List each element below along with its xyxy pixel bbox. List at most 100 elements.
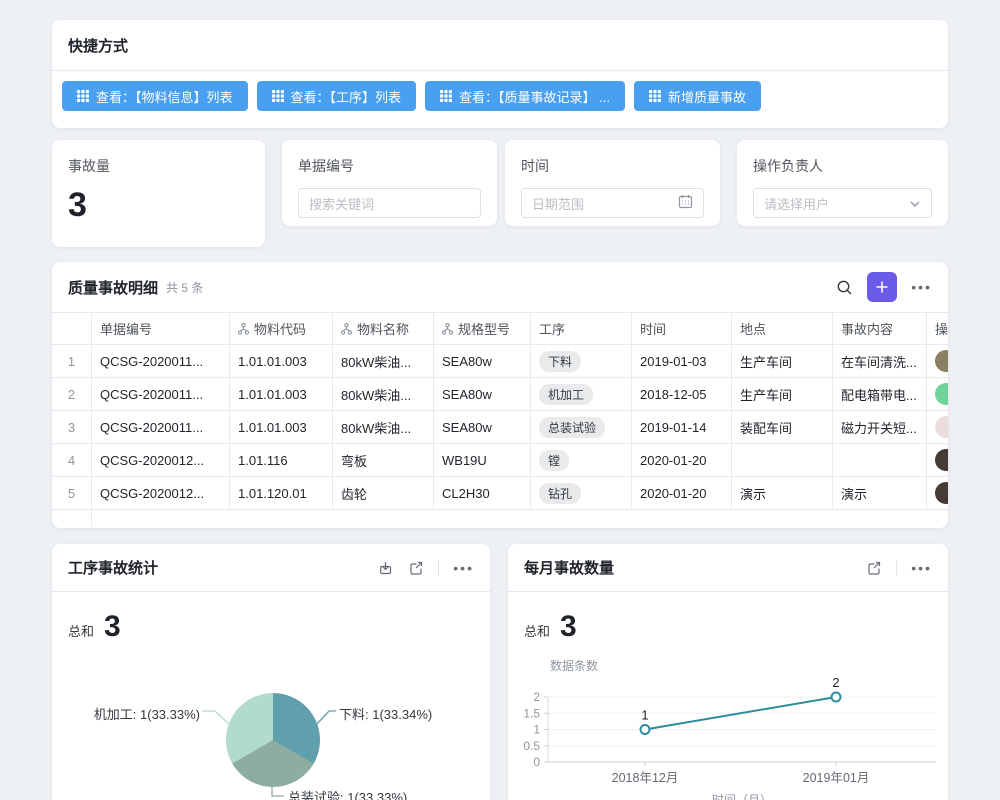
table-cell[interactable]: 80kW柴油... bbox=[333, 378, 434, 411]
line-total-row: 总和 3 bbox=[508, 592, 948, 644]
table-cell[interactable]: WB19U bbox=[434, 444, 531, 477]
column-header[interactable]: 操作负责人 bbox=[927, 313, 948, 345]
table-cell[interactable]: 在车间清洗... bbox=[833, 345, 927, 378]
table-cell-process[interactable]: 镗 bbox=[531, 444, 632, 477]
table-cell[interactable]: 1.01.01.003 bbox=[230, 411, 333, 444]
pie-label-zongzhuangshiyan: 总装试验: 1(33.33%) bbox=[288, 787, 407, 800]
table-header-row: 单据编号物料代码物料名称规格型号工序时间地点事故内容操作负责人 bbox=[52, 313, 948, 345]
table-row[interactable]: 4QCSG-2020012...1.01.116弯板WB19U镗2020-01-… bbox=[52, 444, 948, 477]
table-row[interactable]: 5QCSG-2020012...1.01.120.01齿轮CL2H30钻孔202… bbox=[52, 477, 948, 510]
table-cell[interactable]: QCSG-2020011... bbox=[92, 378, 230, 411]
table-cell-operator[interactable] bbox=[927, 411, 948, 444]
table-cell[interactable]: 2020-01-20 bbox=[632, 444, 732, 477]
shortcut-view-incident-records-button[interactable]: 查看：【质量事故记录】 ... bbox=[425, 81, 625, 111]
shortcut-view-material-list-button[interactable]: 查看：【物料信息】列表 bbox=[62, 81, 248, 111]
table-cell[interactable]: SEA80w bbox=[434, 345, 531, 378]
pie-label-jijiagong: 机加工: 1(33.33%) bbox=[94, 704, 200, 723]
date-range-input[interactable]: 日期范围 bbox=[521, 188, 704, 218]
table-cell[interactable]: 80kW柴油... bbox=[333, 345, 434, 378]
column-header[interactable]: 物料代码 bbox=[230, 313, 333, 345]
more-icon[interactable]: ••• bbox=[911, 560, 932, 576]
table-cell[interactable]: 80kW柴油... bbox=[333, 411, 434, 444]
calendar-icon bbox=[678, 194, 693, 212]
shortcut-view-process-list-button[interactable]: 查看：【工序】列表 bbox=[257, 81, 417, 111]
table-cell[interactable]: QCSG-2020012... bbox=[92, 444, 230, 477]
table-cell[interactable]: 1.01.01.003 bbox=[230, 378, 333, 411]
incident-table-card: 质量事故明细 共 5 条 ••• 单据编号物料代码物料名称规格型号工序时间地点事… bbox=[52, 262, 948, 528]
column-header[interactable]: 时间 bbox=[632, 313, 732, 345]
shortcut-add-incident-button[interactable]: 新增质量事故 bbox=[634, 81, 761, 111]
svg-text:1: 1 bbox=[533, 723, 540, 737]
table-cell[interactable]: 1.01.120.01 bbox=[230, 477, 333, 510]
table-cell-operator[interactable] bbox=[927, 378, 948, 411]
table-cell-process[interactable]: 钻孔 bbox=[531, 477, 632, 510]
more-icon[interactable]: ••• bbox=[911, 279, 932, 295]
table-cell[interactable]: 齿轮 bbox=[333, 477, 434, 510]
table-cell-process[interactable]: 总装试验 bbox=[531, 411, 632, 444]
table-cell[interactable]: 装配车间 bbox=[732, 411, 833, 444]
doc-no-search-input[interactable]: 搜索关键词 bbox=[298, 188, 481, 218]
table-row[interactable]: 2QCSG-2020011...1.01.01.00380kW柴油...SEA8… bbox=[52, 378, 948, 411]
time-label: 时间 bbox=[521, 156, 704, 176]
table-row[interactable]: 3QCSG-2020011...1.01.01.00380kW柴油...SEA8… bbox=[52, 411, 948, 444]
incident-count-value: 3 bbox=[68, 186, 249, 225]
row-number[interactable]: 2 bbox=[52, 378, 92, 411]
table-cell[interactable]: QCSG-2020011... bbox=[92, 345, 230, 378]
column-header[interactable]: 物料名称 bbox=[333, 313, 434, 345]
table-cell-operator[interactable] bbox=[927, 444, 948, 477]
table-cell[interactable]: 2020-01-20 bbox=[632, 477, 732, 510]
external-link-icon[interactable] bbox=[408, 560, 424, 576]
table-cell[interactable]: QCSG-2020012... bbox=[92, 477, 230, 510]
add-record-button[interactable] bbox=[867, 272, 897, 302]
table-cell-operator[interactable] bbox=[927, 477, 948, 510]
download-icon[interactable] bbox=[378, 560, 394, 576]
table-cell[interactable]: 磁力开关短... bbox=[833, 411, 927, 444]
column-header[interactable]: 地点 bbox=[732, 313, 833, 345]
pie-total-label: 总和 bbox=[68, 621, 94, 640]
column-header[interactable]: 单据编号 bbox=[92, 313, 230, 345]
table-cell[interactable]: 2019-01-03 bbox=[632, 345, 732, 378]
line-total-label: 总和 bbox=[524, 621, 550, 640]
table-cell-process[interactable]: 下料 bbox=[531, 345, 632, 378]
table-cell[interactable]: CL2H30 bbox=[434, 477, 531, 510]
row-number[interactable]: 4 bbox=[52, 444, 92, 477]
table-cell[interactable]: 生产车间 bbox=[732, 345, 833, 378]
more-icon[interactable]: ••• bbox=[453, 560, 474, 576]
shortcuts-card: 快捷方式 查看：【物料信息】列表 查看：【工序】列表 查看：【质量事故记录】 .… bbox=[52, 20, 948, 128]
doc-no-placeholder: 搜索关键词 bbox=[309, 194, 470, 213]
svg-text:2: 2 bbox=[832, 675, 839, 690]
table-cell-operator[interactable] bbox=[927, 345, 948, 378]
external-link-icon[interactable] bbox=[866, 560, 882, 576]
table-cell[interactable]: 配电箱带电... bbox=[833, 378, 927, 411]
pie-total-row: 总和 3 bbox=[52, 592, 490, 644]
row-number[interactable]: 1 bbox=[52, 345, 92, 378]
table-cell-process[interactable]: 机加工 bbox=[531, 378, 632, 411]
column-header[interactable]: 规格型号 bbox=[434, 313, 531, 345]
row-number[interactable]: 3 bbox=[52, 411, 92, 444]
table-row[interactable]: 1QCSG-2020011...1.01.01.00380kW柴油...SEA8… bbox=[52, 345, 948, 378]
table-header-bar: 质量事故明细 共 5 条 ••• bbox=[52, 262, 948, 313]
table-cell[interactable]: 1.01.01.003 bbox=[230, 345, 333, 378]
monthly-incident-chart-card: 每月事故数量 ••• 总和 3 数据条数00.511.52122018年12月2… bbox=[508, 544, 948, 800]
table-cell[interactable] bbox=[833, 444, 927, 477]
row-number[interactable]: 5 bbox=[52, 477, 92, 510]
table-cell[interactable]: 演示 bbox=[833, 477, 927, 510]
table-cell[interactable]: 演示 bbox=[732, 477, 833, 510]
doc-no-filter-card: 单据编号 搜索关键词 bbox=[282, 140, 497, 226]
table-empty-row[interactable] bbox=[52, 510, 948, 527]
table-cell[interactable]: 1.01.116 bbox=[230, 444, 333, 477]
operator-select[interactable]: 请选择用户 bbox=[753, 188, 932, 218]
grid-icon bbox=[272, 90, 284, 102]
column-header[interactable]: 工序 bbox=[531, 313, 632, 345]
table-cell[interactable]: 弯板 bbox=[333, 444, 434, 477]
table-cell[interactable]: SEA80w bbox=[434, 411, 531, 444]
pie-chart-header: 工序事故统计 ••• bbox=[52, 544, 490, 592]
table-cell[interactable]: 生产车间 bbox=[732, 378, 833, 411]
table-cell[interactable]: SEA80w bbox=[434, 378, 531, 411]
search-icon[interactable] bbox=[836, 279, 853, 296]
table-cell[interactable] bbox=[732, 444, 833, 477]
table-cell[interactable]: QCSG-2020011... bbox=[92, 411, 230, 444]
table-cell[interactable]: 2019-01-14 bbox=[632, 411, 732, 444]
column-header[interactable]: 事故内容 bbox=[833, 313, 927, 345]
table-cell[interactable]: 2018-12-05 bbox=[632, 378, 732, 411]
